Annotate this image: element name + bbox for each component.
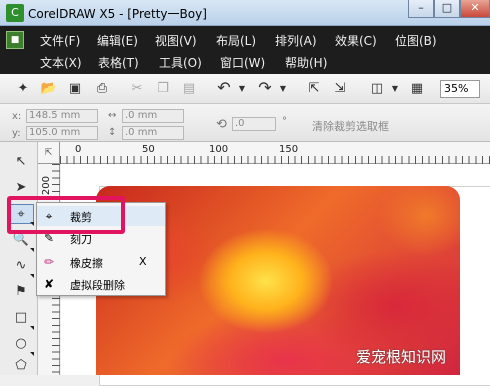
menu-help[interactable]: 帮助(H) — [285, 54, 327, 71]
import-icon[interactable]: ⇱ — [305, 80, 323, 98]
print-icon[interactable]: ⎙ — [93, 80, 111, 98]
rotate-icon: ⟲ — [216, 117, 227, 132]
paste-icon[interactable]: ▤ — [180, 80, 198, 98]
export-icon[interactable]: ⇲ — [331, 80, 349, 98]
standard-toolbar: ✦ 📂 ▣ ⎙ ✂ ❐ ▤ ↶ ▼ ↷ ▼ ⇱ ⇲ ◫ ▼ ▦ 35% — [0, 74, 490, 104]
flyout-item-virtual-segment-delete[interactable]: ✘ 虚拟段删除 — [37, 274, 165, 294]
undo-icon[interactable]: ↶ — [215, 79, 233, 97]
rotation-angle-field[interactable]: .0 — [232, 117, 276, 131]
rectangle-tool-icon[interactable]: □ — [8, 308, 34, 328]
smart-fill-tool-icon[interactable]: ⚑ — [8, 282, 34, 302]
highlight-box — [7, 196, 125, 234]
flyout-arrow-icon — [30, 274, 34, 278]
y-position-field[interactable]: 105.0 mm — [26, 126, 98, 140]
window-title: CorelDRAW X5 - [Pretty一Boy] — [28, 7, 207, 21]
clear-crop-marquee-button[interactable]: 清除裁剪选取框 — [312, 118, 389, 134]
pick-tool-icon[interactable]: ↖ — [8, 152, 34, 172]
width-icon: ↔ — [108, 110, 117, 121]
save-icon[interactable]: ▣ — [66, 80, 84, 98]
menu-arrange[interactable]: 排列(A) — [275, 32, 317, 49]
undo-dropdown-icon[interactable]: ▼ — [233, 80, 251, 98]
ellipse-tool-icon[interactable]: ○ — [8, 334, 34, 354]
property-bar: x: 148.5 mm y: 105.0 mm ↔ .0 mm ↕ .0 mm … — [0, 104, 490, 142]
zoom-level-field[interactable]: 35% — [440, 80, 480, 98]
flyout-item-label: 橡皮擦 — [70, 257, 103, 270]
horizontal-ruler: ⇱ 0 50 100 150 — [38, 142, 490, 164]
polygon-tool-icon[interactable]: ⬠ — [8, 356, 34, 376]
flyout-arrow-icon — [30, 248, 34, 252]
virtual-segment-delete-icon: ✘ — [43, 277, 55, 291]
redo-icon[interactable]: ↷ — [256, 79, 274, 97]
document-icon: ■ — [6, 31, 24, 49]
toolbox: ↖ ➤ ⌖ 🔍 ∿ ⚑ □ ○ ⬠ — [0, 142, 38, 375]
x-position-field[interactable]: 148.5 mm — [26, 109, 98, 123]
redo-dropdown-icon[interactable]: ▼ — [274, 80, 292, 98]
shape-tool-icon[interactable]: ➤ — [8, 178, 34, 198]
maximize-button[interactable]: □ — [434, 0, 460, 18]
close-button[interactable]: ✕ — [460, 0, 490, 18]
new-document-icon[interactable]: ✦ — [14, 80, 32, 98]
eraser-icon: ✏ — [43, 255, 55, 269]
menu-effects[interactable]: 效果(C) — [335, 32, 377, 49]
minimize-button[interactable]: – — [408, 0, 434, 18]
v-ruler-label: 200 — [41, 176, 52, 196]
launcher-dropdown-icon[interactable]: ▼ — [386, 80, 404, 98]
h-ruler-label: 0 — [75, 144, 82, 155]
copy-icon[interactable]: ❐ — [154, 80, 172, 98]
menu-window[interactable]: 窗口(W) — [220, 54, 265, 71]
application-launcher-icon[interactable]: ◫ — [368, 80, 386, 98]
cut-icon[interactable]: ✂ — [128, 80, 146, 98]
menu-edit[interactable]: 编辑(E) — [97, 32, 138, 49]
menu-text[interactable]: 文本(X) — [40, 54, 82, 71]
height-icon: ↕ — [108, 127, 117, 138]
menu-tools[interactable]: 工具(O) — [159, 54, 202, 71]
freehand-tool-icon[interactable]: ∿ — [8, 256, 34, 276]
menu-bar: ■ 文件(F) 编辑(E) 视图(V) 布局(L) 排列(A) 效果(C) 位图… — [0, 26, 490, 74]
welcome-screen-icon[interactable]: ▦ — [408, 80, 426, 98]
flyout-arrow-icon — [30, 326, 34, 330]
coreldraw-app-icon: C — [6, 4, 24, 22]
flyout-item-label: 虚拟段删除 — [70, 279, 125, 292]
watermark-text: 爱宠根知识网 — [356, 348, 447, 366]
h-ruler-ticks — [60, 156, 490, 164]
menu-bitmaps[interactable]: 位图(B) — [395, 32, 437, 49]
flyout-item-shortcut: X — [139, 255, 147, 268]
h-ruler-label: 50 — [142, 144, 155, 155]
h-ruler-label: 100 — [209, 144, 229, 155]
width-field[interactable]: .0 mm — [122, 109, 184, 123]
height-field[interactable]: .0 mm — [122, 126, 184, 140]
title-bar: C CorelDRAW X5 - [Pretty一Boy] – □ ✕ — [0, 0, 490, 26]
menu-file[interactable]: 文件(F) — [40, 32, 80, 49]
menu-table[interactable]: 表格(T) — [98, 54, 139, 71]
y-label: y: — [12, 128, 21, 139]
flyout-arrow-icon — [30, 352, 34, 356]
h-ruler-label: 150 — [279, 144, 299, 155]
x-label: x: — [12, 111, 22, 122]
ruler-origin-icon[interactable]: ⇱ — [38, 142, 60, 164]
degree-symbol: ° — [282, 116, 287, 127]
menu-layout[interactable]: 布局(L) — [216, 32, 256, 49]
flyout-item-eraser[interactable]: ✏ 橡皮擦 X — [37, 252, 165, 272]
open-folder-icon[interactable]: 📂 — [40, 80, 58, 98]
menu-view[interactable]: 视图(V) — [155, 32, 197, 49]
